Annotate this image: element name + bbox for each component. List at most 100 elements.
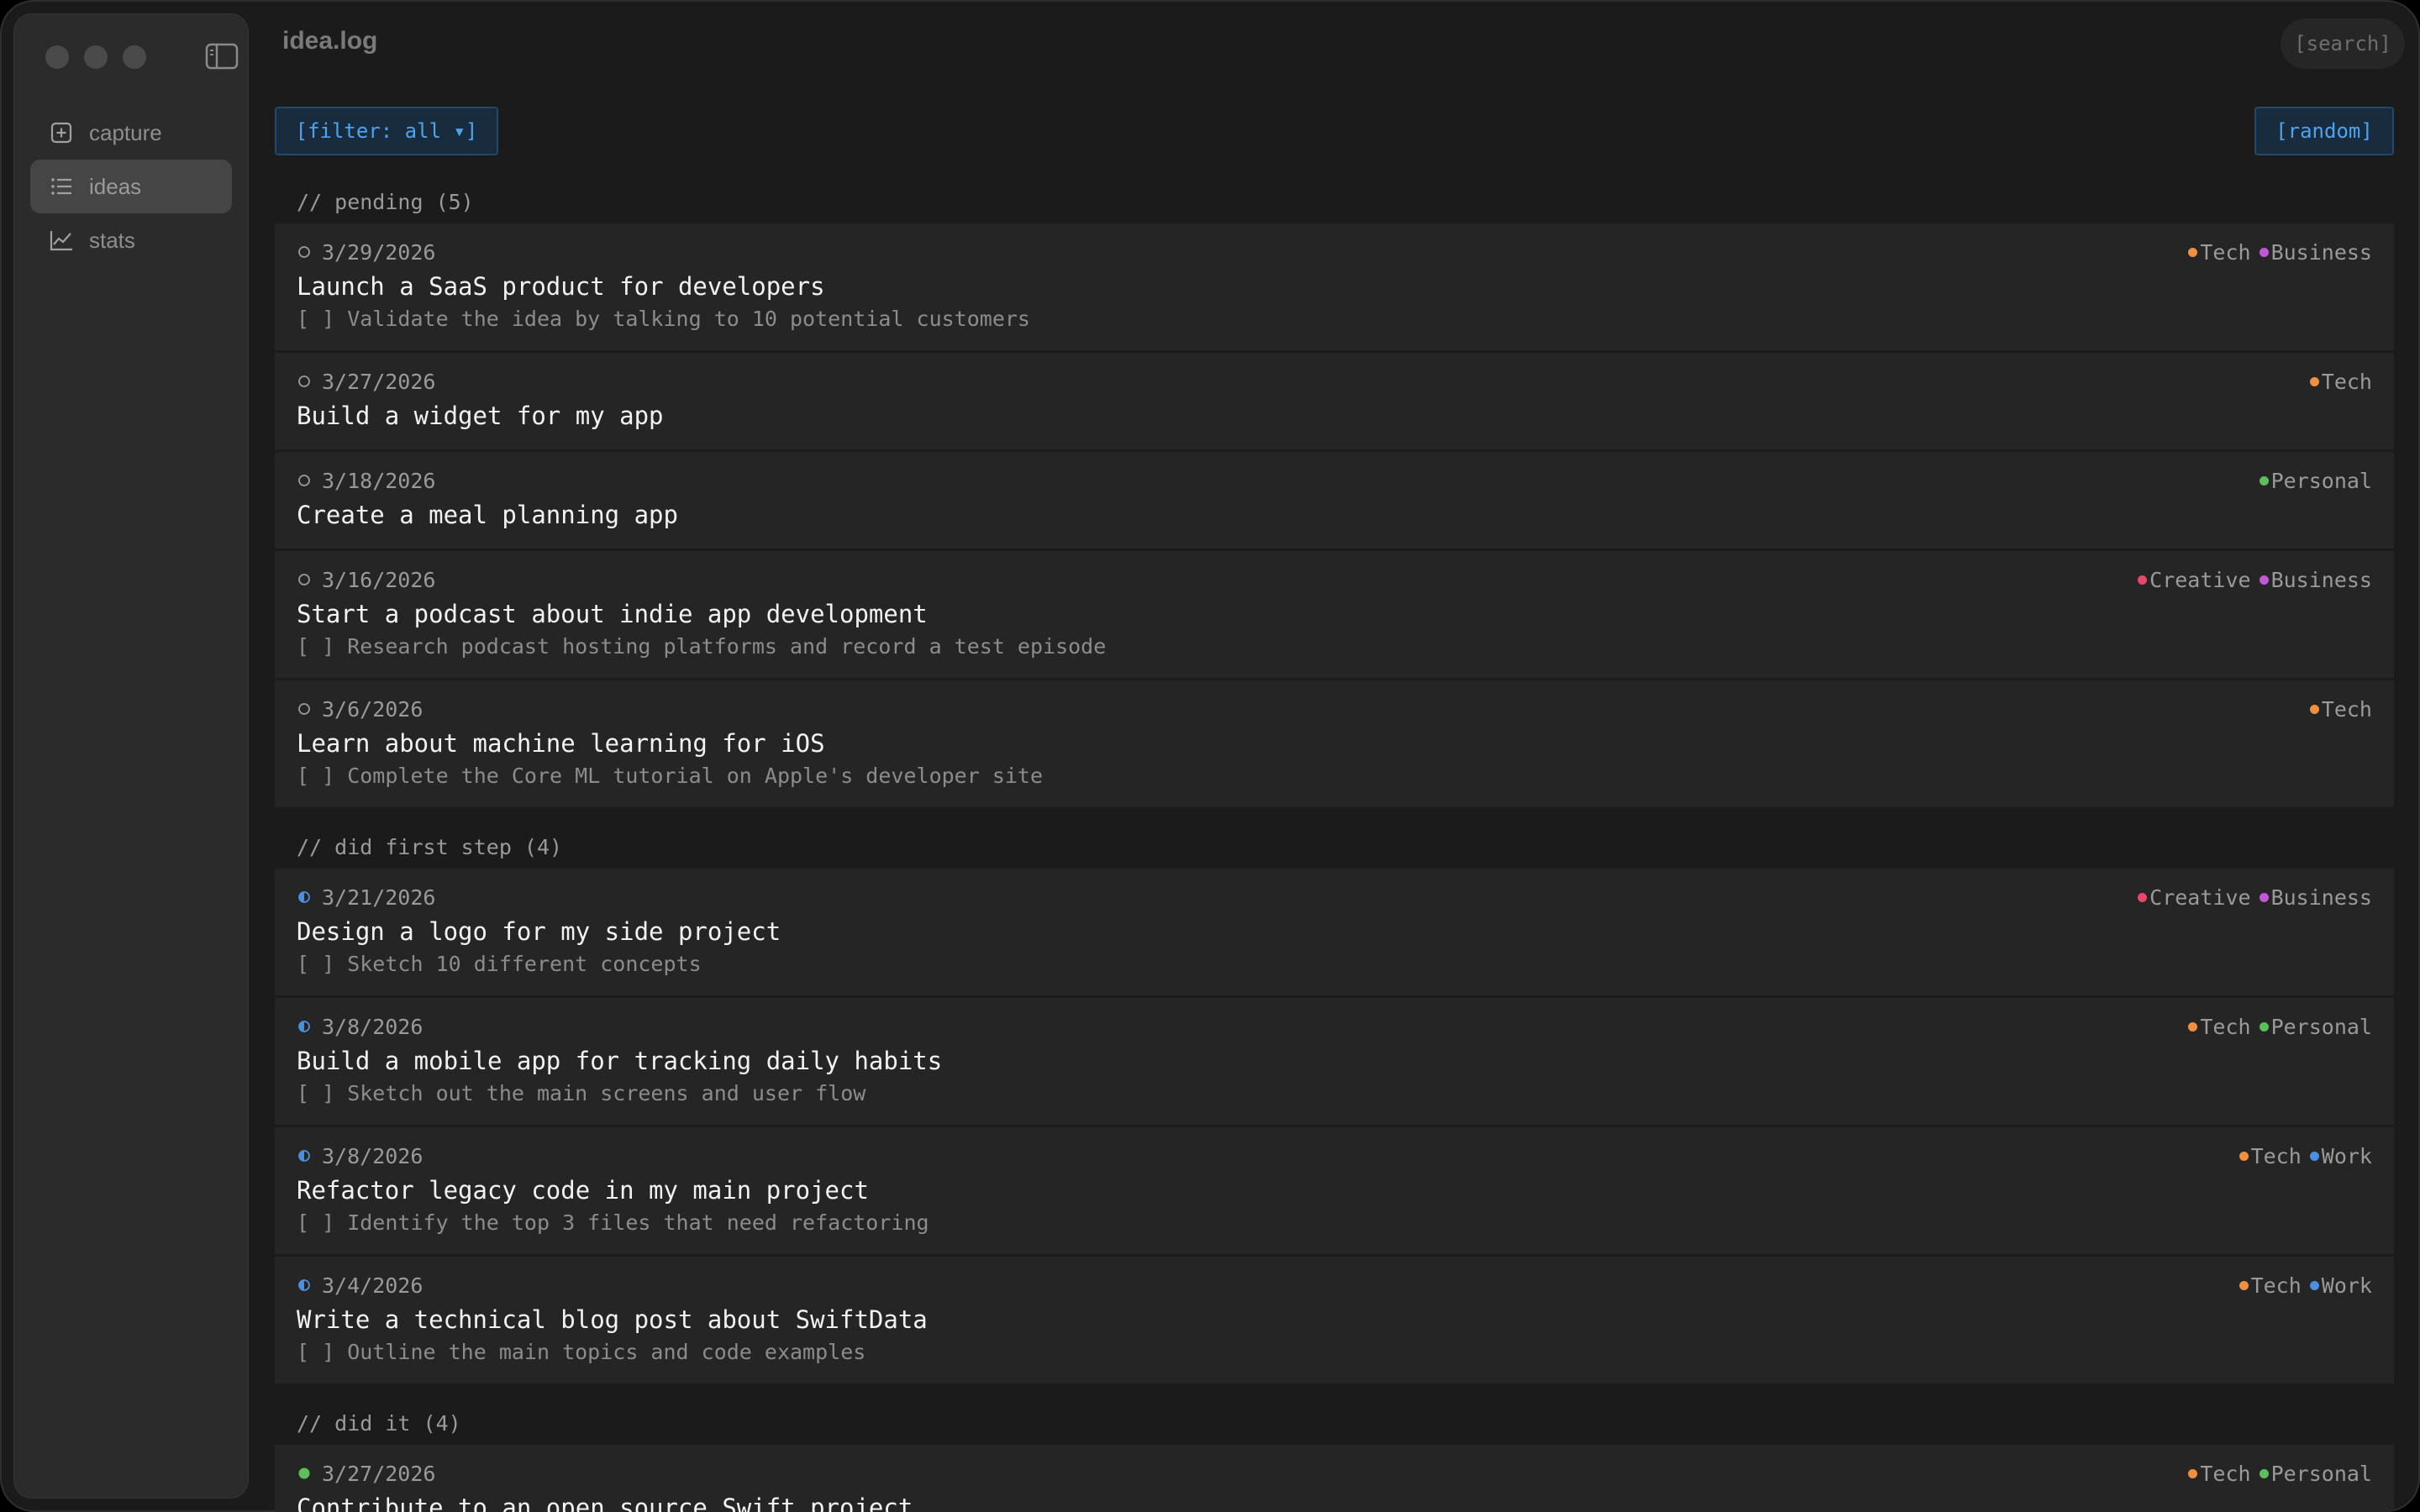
tag-color-dot: [2138, 892, 2148, 902]
pending-circle-icon[interactable]: [297, 572, 312, 587]
tag-label: Tech: [2250, 1143, 2302, 1168]
plus-square-icon: [49, 120, 74, 145]
idea-date: 3/8/2026: [322, 1143, 424, 1168]
tag-label: Personal: [2270, 1014, 2372, 1039]
tag-label: Tech: [2321, 369, 2372, 394]
idea-meta-row: 3/21/2026: [297, 869, 2372, 914]
tag-color-dot: [2259, 1468, 2269, 1478]
filled-circle-icon[interactable]: [297, 1466, 312, 1481]
pending-circle-icon[interactable]: [297, 374, 312, 389]
idea-title: Start a podcast about indie app developm…: [297, 600, 928, 628]
idea-first-step[interactable]: [ ] Research podcast hosting platforms a…: [297, 632, 2372, 662]
idea-first-step[interactable]: [ ] Sketch out the main screens and user…: [297, 1079, 2372, 1109]
tag-label: Business: [2270, 567, 2372, 592]
idea-card[interactable]: 3/8/2026 Build a mobile app for tracking …: [275, 998, 2394, 1127]
tag-list: Creative Business: [2129, 880, 2372, 914]
pending-circle-icon[interactable]: [297, 701, 312, 717]
half-circle-icon[interactable]: [297, 1148, 312, 1163]
tag-label: Business: [2270, 885, 2372, 910]
tag-badge: Tech: [2188, 1015, 2251, 1039]
tag-color-dot: [2259, 892, 2269, 902]
tag-color-dot: [2188, 1468, 2198, 1478]
tag-color-dot: [2188, 1021, 2198, 1032]
tag-color-dot: [2259, 247, 2269, 257]
idea-card[interactable]: 3/29/2026 Launch a SaaS product for devel…: [275, 223, 2394, 353]
tag-badge: Business: [2259, 567, 2372, 592]
tag-badge: Tech: [2188, 239, 2251, 265]
tag-label: Tech: [2321, 696, 2372, 722]
sidebar: capture ideas stats: [13, 13, 249, 1499]
sidebar-item-label: stats: [89, 227, 135, 253]
half-circle-icon[interactable]: [297, 1019, 312, 1034]
idea-card[interactable]: 3/6/2026 Learn about machine learning for…: [275, 680, 2394, 810]
close-window-button[interactable]: [45, 45, 69, 69]
tag-color-dot: [2238, 1280, 2249, 1290]
minimize-window-button[interactable]: [84, 45, 108, 69]
zoom-window-button[interactable]: [123, 45, 146, 69]
tag-badge: Personal: [2259, 1462, 2372, 1486]
tag-list: Tech Personal: [2180, 1457, 2372, 1490]
idea-card[interactable]: 3/8/2026 Refactor legacy code in my main …: [275, 1127, 2394, 1257]
tag-color-dot: [2309, 376, 2319, 386]
idea-card[interactable]: 3/16/2026 Start a podcast about indie app…: [275, 551, 2394, 680]
idea-title: Launch a SaaS product for developers: [297, 272, 825, 301]
idea-meta-row: 3/4/2026: [297, 1257, 2372, 1302]
idea-card[interactable]: 3/18/2026 Create a meal planning app Perso…: [275, 452, 2394, 551]
chart-line-icon: [49, 228, 74, 253]
idea-card[interactable]: 3/27/2026 Build a widget for my app Tech: [275, 353, 2394, 452]
tag-list: Tech: [2302, 692, 2372, 726]
tag-color-dot: [2309, 1151, 2319, 1161]
tag-badge: Creative: [2138, 567, 2251, 592]
tag-color-dot: [2188, 247, 2198, 257]
tag-label: Tech: [2200, 239, 2251, 265]
list-icon: [49, 174, 74, 199]
half-circle-icon[interactable]: [297, 890, 312, 905]
sidebar-item-capture[interactable]: capture: [30, 106, 232, 160]
idea-date: 3/29/2026: [322, 239, 436, 265]
section-header: // did first step (4): [297, 835, 563, 859]
sidebar-item-stats[interactable]: stats: [30, 213, 232, 267]
idea-first-step[interactable]: [ ] Identify the top 3 files that need r…: [297, 1208, 2372, 1238]
idea-meta-row: 3/8/2026: [297, 1127, 2372, 1173]
idea-card[interactable]: 3/21/2026 Design a logo for my side proje…: [275, 869, 2394, 998]
idea-first-step[interactable]: [ ] Complete the Core ML tutorial on App…: [297, 761, 2372, 791]
idea-card[interactable]: 3/4/2026 Write a technical blog post abou…: [275, 1257, 2394, 1386]
window-controls: [45, 45, 146, 69]
random-button[interactable]: [random]: [2254, 107, 2394, 155]
idea-title: Design a logo for my side project: [297, 917, 781, 946]
tag-color-dot: [2259, 1021, 2269, 1032]
idea-date: 3/6/2026: [322, 696, 424, 722]
sidebar-item-ideas[interactable]: ideas: [30, 160, 232, 213]
idea-meta-row: 3/16/2026: [297, 551, 2372, 596]
tag-list: Creative Business: [2129, 563, 2372, 596]
tag-label: Creative: [2149, 567, 2251, 592]
search-button[interactable]: [search]: [2281, 18, 2405, 69]
idea-date: 3/8/2026: [322, 1014, 424, 1039]
tag-color-dot: [2309, 704, 2319, 714]
tag-list: Tech: [2302, 365, 2372, 398]
tag-badge: Tech: [2238, 1273, 2302, 1298]
filter-dropdown[interactable]: [filter: all ▾]: [275, 107, 498, 155]
sidebar-nav: capture ideas stats: [30, 106, 232, 267]
tag-badge: Tech: [2309, 369, 2372, 394]
page-title: idea.log: [282, 27, 378, 55]
pending-circle-icon[interactable]: [297, 244, 312, 260]
half-circle-icon[interactable]: [297, 1278, 312, 1293]
idea-title: Write a technical blog post about SwiftD…: [297, 1305, 928, 1334]
idea-meta-row: 3/27/2026: [297, 353, 2372, 398]
idea-first-step[interactable]: [ ] Sketch 10 different concepts: [297, 949, 2372, 979]
section-header: // pending (5): [297, 190, 474, 214]
sidebar-item-label: ideas: [89, 173, 142, 199]
tag-label: Work: [2321, 1273, 2372, 1298]
tag-label: Business: [2270, 239, 2372, 265]
idea-card[interactable]: 3/27/2026 Contribute to an open source Sw…: [275, 1445, 2394, 1512]
tag-badge: Business: [2259, 885, 2372, 910]
idea-meta-row: 3/18/2026: [297, 452, 2372, 497]
pending-circle-icon[interactable]: [297, 473, 312, 488]
idea-date: 3/27/2026: [322, 1461, 436, 1486]
idea-first-step[interactable]: [ ] Validate the idea by talking to 10 p…: [297, 304, 2372, 334]
idea-date: 3/27/2026: [322, 369, 436, 394]
sidebar-toggle-icon[interactable]: [205, 42, 239, 71]
idea-first-step[interactable]: [ ] Outline the main topics and code exa…: [297, 1337, 2372, 1368]
idea-title: Contribute to an open source Swift proje…: [297, 1494, 913, 1512]
